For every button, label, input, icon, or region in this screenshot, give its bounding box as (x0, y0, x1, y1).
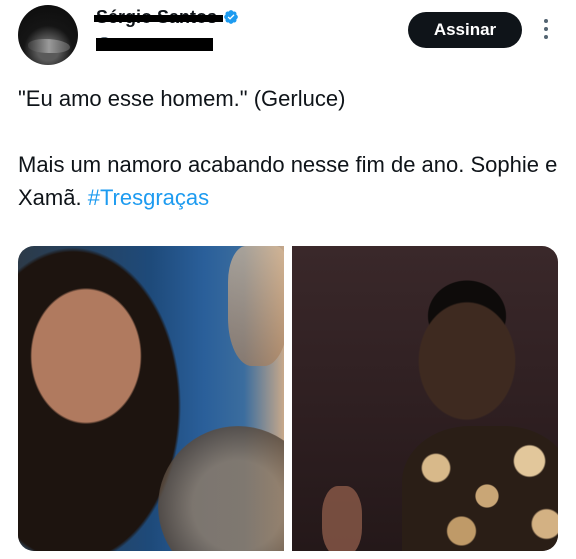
media-photo-xama[interactable] (292, 246, 558, 551)
tweet-paragraph-1: "Eu amo esse homem." (Gerluce) (18, 86, 346, 111)
tweet-paragraph-2: Mais um namoro acabando nesse fim de ano… (18, 148, 558, 214)
subscribe-button[interactable]: Assinar (408, 12, 522, 48)
hashtag-link[interactable]: #Tresgraças (88, 185, 209, 210)
dot (544, 27, 548, 31)
author-handle-row: @ZAMENZA (96, 33, 213, 53)
verified-badge-icon (224, 10, 238, 24)
author-display-name[interactable]: Sérgio Santos (93, 7, 224, 28)
tweet-card: Sérgio Santos @ZAMENZA Assinar "Eu amo e… (0, 0, 576, 559)
more-options-icon[interactable] (536, 14, 556, 44)
dot (544, 35, 548, 39)
author-avatar[interactable] (18, 5, 78, 65)
author-handle[interactable]: @ZAMENZA (96, 35, 213, 52)
author-name-row: Sérgio Santos (93, 5, 239, 29)
dot (544, 19, 548, 23)
tweet-text: "Eu amo esse homem." (Gerluce) Mais um n… (18, 82, 558, 214)
media-grid (18, 246, 558, 551)
media-photo-sophie[interactable] (18, 246, 284, 551)
